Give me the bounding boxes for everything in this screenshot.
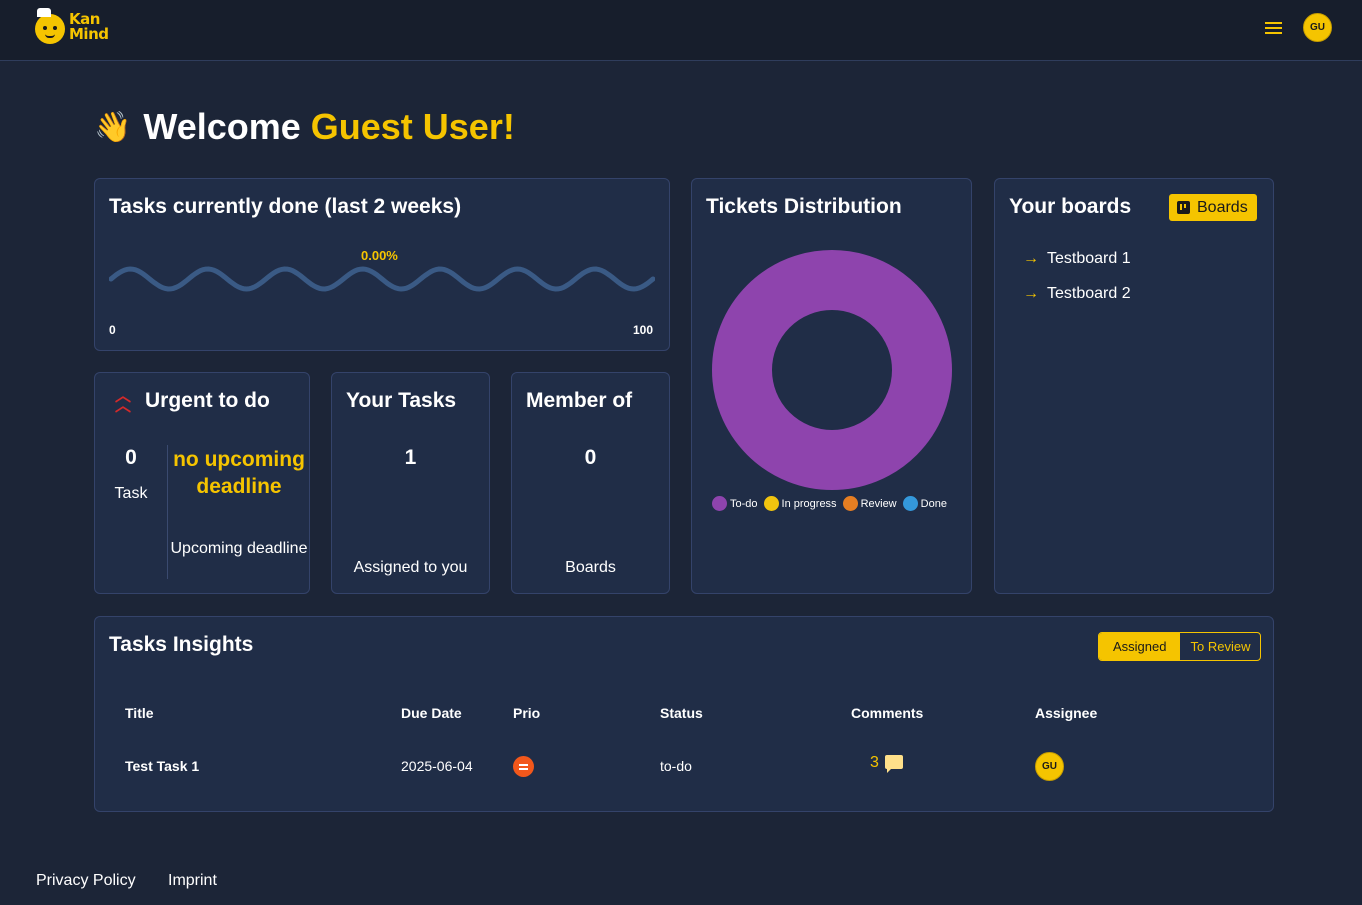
insights-toggle: Assigned To Review — [1098, 632, 1262, 661]
board-link-label: Testboard 1 — [1047, 250, 1131, 267]
scale-min: 0 — [109, 323, 116, 337]
logo-text-line2: Mind — [69, 25, 109, 43]
urgent-count-label: Task — [114, 485, 148, 502]
tasks-insights-card: Tasks Insights Assigned To Review Title … — [94, 616, 1274, 812]
progress-percent: 0.00% — [361, 248, 398, 263]
toggle-to-review[interactable]: To Review — [1180, 633, 1260, 660]
top-bar: Kan Mind GU — [0, 0, 1362, 61]
legend-item-in-progress[interactable]: In progress — [763, 496, 837, 511]
board-link-testboard-1[interactable]: → Testboard 1 — [1023, 250, 1131, 268]
your-tasks-label: Assigned to you — [353, 559, 468, 576]
welcome-greeting: Welcome — [143, 106, 301, 147]
column-header-status[interactable]: Status — [660, 705, 703, 721]
arrow-right-icon: → — [1023, 285, 1039, 302]
comments-count: 3 — [870, 754, 879, 771]
your-boards-card: Your boards Boards → Testboard 1 → Testb… — [994, 178, 1274, 594]
urgent-card: ︿ ︿ Urgent to do 0 Task no upcoming deadl… — [94, 372, 310, 594]
logo-text: Kan Mind — [69, 12, 109, 43]
hamburger-menu-icon[interactable] — [1265, 21, 1282, 35]
logo-eye-icon — [53, 26, 57, 30]
prio-medium-icon — [513, 756, 534, 777]
tasks-done-card: Tasks currently done (last 2 weeks) 0.00… — [94, 178, 670, 351]
kanban-icon — [1177, 201, 1190, 214]
column-header-comments[interactable]: Comments — [851, 705, 923, 721]
member-of-label: Boards — [565, 559, 616, 576]
legend-item-done[interactable]: Done — [902, 496, 947, 511]
urgent-count: 0 — [125, 446, 137, 469]
boards-button-label: Boards — [1197, 198, 1248, 216]
legend-label: Review — [860, 497, 897, 510]
board-link-testboard-2[interactable]: → Testboard 2 — [1023, 285, 1131, 303]
legend-label: Done — [920, 497, 947, 510]
row-comments[interactable]: 3 — [870, 754, 903, 773]
boards-button[interactable]: Boards — [1169, 194, 1257, 221]
tickets-distribution-card: Tickets Distribution To-do In progress R… — [691, 178, 972, 594]
logo-hat-icon — [37, 8, 51, 17]
row-due-date: 2025-06-04 — [401, 758, 473, 774]
user-avatar[interactable]: GU — [1303, 13, 1332, 42]
assignee-avatar[interactable]: GU — [1035, 752, 1064, 781]
your-tasks-title: Your Tasks — [346, 389, 457, 412]
column-header-title[interactable]: Title — [125, 705, 154, 721]
double-chevron-up-icon: ︿ ︿ — [115, 386, 132, 415]
legend-label: In progress — [781, 497, 837, 510]
board-link-label: Testboard 2 — [1047, 285, 1131, 302]
legend-dot — [712, 496, 727, 511]
toggle-assigned[interactable]: Assigned — [1099, 633, 1181, 660]
column-header-prio[interactable]: Prio — [513, 705, 540, 721]
row-title[interactable]: Test Task 1 — [125, 758, 199, 774]
legend-dot — [842, 496, 858, 511]
imprint-link[interactable]: Imprint — [168, 872, 217, 890]
legend-item-review[interactable]: Review — [842, 496, 897, 511]
scale-max: 100 — [632, 323, 653, 337]
tasks-done-title: Tasks currently done (last 2 weeks) — [109, 195, 462, 218]
arrow-right-icon: → — [1023, 250, 1039, 267]
tickets-donut-chart — [712, 250, 952, 490]
legend-item-to-do[interactable]: To-do — [712, 496, 758, 511]
logo-mouth-icon — [45, 34, 55, 38]
logo-face-icon — [35, 14, 65, 44]
tasks-insights-title: Tasks Insights — [109, 633, 254, 656]
column-header-assignee[interactable]: Assignee — [1035, 705, 1097, 721]
tickets-distribution-title: Tickets Distribution — [706, 195, 902, 218]
urgent-deadline: no upcoming deadline — [173, 448, 305, 498]
privacy-policy-link[interactable]: Privacy Policy — [36, 872, 136, 890]
your-tasks-card: Your Tasks 1 Assigned to you — [331, 372, 490, 594]
comment-bubble-icon — [884, 754, 903, 773]
column-header-due-date[interactable]: Due Date — [401, 705, 462, 721]
welcome-heading: 👋 Welcome Guest User! — [94, 105, 515, 149]
kanmind-logo[interactable]: Kan Mind — [35, 8, 117, 48]
row-status: to-do — [660, 758, 692, 774]
legend-dot — [763, 496, 779, 511]
member-of-count: 0 — [584, 446, 597, 469]
legend-label: To-do — [730, 497, 758, 510]
welcome-user-name: Guest User! — [310, 106, 515, 147]
waving-hand-icon: 👋 — [94, 110, 132, 144]
urgent-deadline-label: Upcoming deadline — [170, 540, 308, 557]
donut-slice-to-do — [712, 250, 952, 490]
progress-wave — [109, 266, 655, 292]
member-of-title: Member of — [526, 389, 633, 412]
urgent-title: Urgent to do — [145, 389, 270, 412]
member-of-card: Member of 0 Boards — [511, 372, 670, 594]
logo-eye-icon — [43, 26, 47, 30]
donut-legend: To-do In progress Review Done — [712, 496, 953, 511]
your-tasks-count: 1 — [404, 446, 417, 469]
legend-dot — [902, 496, 918, 511]
your-boards-title: Your boards — [1009, 195, 1132, 218]
